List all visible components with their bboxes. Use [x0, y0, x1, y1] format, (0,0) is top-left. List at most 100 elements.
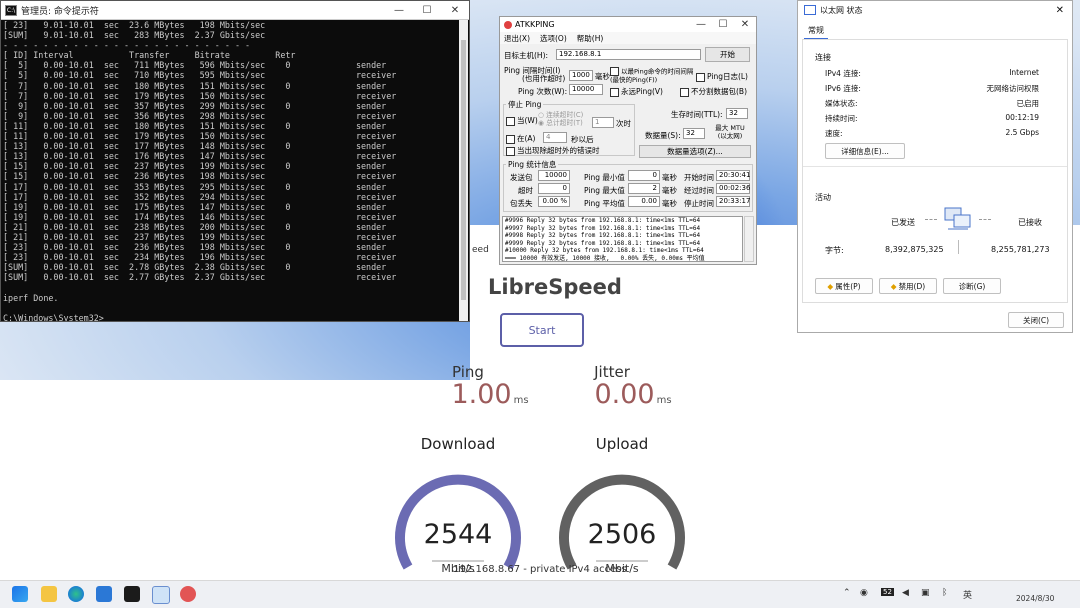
avg-unit: 毫秒 — [662, 199, 677, 208]
close-icon[interactable]: ✕ — [441, 5, 469, 16]
network-icon — [804, 5, 816, 15]
target-input[interactable]: 192.168.8.1 — [556, 49, 701, 60]
network-app-icon[interactable] — [152, 586, 170, 604]
total-timeout-radio[interactable]: ◉ 总计超时(T) — [538, 119, 583, 127]
ping-log-scrollbar[interactable] — [744, 216, 754, 262]
ping-log-option[interactable]: Ping日志(L) — [696, 71, 748, 82]
jitter-value-box: 0.00 ms — [568, 379, 698, 410]
ping-titlebar[interactable]: ATKKPING — ☐ ✕ — [500, 17, 756, 32]
cmd-titlebar[interactable]: C:\ 管理员: 命令提示符 — ☐ ✕ — [1, 1, 469, 20]
chevron-up-icon[interactable]: ⌃ — [843, 588, 851, 598]
timeout-radios[interactable]: ○ 连续超时(C) ◉ 总计超时(T) — [538, 111, 583, 127]
tab-general[interactable]: 常规 — [804, 23, 828, 40]
terminal-icon[interactable] — [124, 586, 140, 602]
row-value: 00:12:19 — [1005, 113, 1039, 122]
fast-ping-option[interactable]: 以最Ping命令的时间间隔(最快的Ping(F)) — [610, 67, 695, 84]
timeout-count-input[interactable]: 1 — [592, 117, 614, 128]
store-icon[interactable] — [96, 586, 112, 602]
ping-menubar: 退出(X) 选项(O) 帮助(H) — [500, 32, 756, 44]
when-checkbox[interactable] — [506, 116, 515, 126]
disable-button[interactable]: ◆ 禁用(D) — [879, 278, 937, 294]
stop-group-label: 停止 Ping — [506, 99, 544, 110]
close-button[interactable]: 关闭(C) — [1008, 312, 1064, 328]
ttl-input[interactable]: 32 — [726, 108, 748, 119]
menu-exit[interactable]: 退出(X) — [504, 33, 530, 44]
minimize-icon[interactable]: — — [385, 5, 413, 16]
count-label: Ping 次数(W): — [518, 87, 568, 96]
data-options-button[interactable]: 数据量选项(Z)... — [639, 145, 751, 158]
close-icon[interactable]: ✕ — [734, 19, 756, 30]
eth-titlebar[interactable]: 以太网 状态 ✕ — [798, 1, 1072, 19]
ping-title: ATKKPING — [515, 20, 555, 29]
on-error-option[interactable]: 当出现除超时外的错误时 — [506, 145, 600, 156]
row-label: 持续时间: — [825, 114, 858, 123]
received-label: 已接收 — [1018, 218, 1042, 227]
bluetooth-icon[interactable]: ᛒ — [942, 588, 947, 598]
speaker-icon[interactable]: ◀ — [902, 588, 909, 598]
shield-icon: ◆ — [890, 281, 897, 291]
fast-ping-label: 以最Ping命令的时间间隔(最快的Ping(F)) — [610, 67, 694, 84]
maximize-icon[interactable]: ☐ — [413, 5, 441, 16]
menu-options[interactable]: 选项(O) — [540, 33, 567, 44]
minimize-icon[interactable]: — — [690, 19, 712, 30]
steam-icon[interactable]: ◉ — [860, 588, 868, 598]
tray-app-icon[interactable]: ▣ — [921, 588, 930, 598]
close-icon[interactable]: ✕ — [1056, 5, 1064, 16]
badge-icon[interactable]: 52 — [881, 588, 894, 596]
elapsed-label: 经过时间 — [684, 186, 714, 195]
upload-gauge: 2506 Mbit/s — [552, 457, 692, 597]
on-error-checkbox[interactable] — [506, 146, 515, 156]
at-seconds-input[interactable]: 4 — [543, 132, 567, 143]
at-option[interactable]: 在(A) — [506, 133, 535, 144]
no-frag-option[interactable]: 不分割数据包(B) — [680, 86, 747, 97]
forever-label: 永远Ping(V) — [621, 87, 663, 96]
input-language[interactable]: 英 — [963, 588, 972, 601]
seconds-after-label: 秒以后 — [571, 135, 594, 144]
file-explorer-icon[interactable] — [41, 586, 57, 602]
stats-group-label: Ping 统计信息 — [506, 159, 559, 170]
row-value: Internet — [1009, 68, 1039, 77]
upload-value: 2506 — [587, 519, 657, 550]
no-frag-checkbox[interactable] — [680, 87, 689, 97]
row-value: 2.5 Gbps — [1005, 128, 1039, 137]
row-speed: 速度: 2.5 Gbps — [825, 128, 1039, 139]
fast-ping-checkbox[interactable] — [610, 67, 619, 76]
cmd-output[interactable]: [ 23] 9.01-10.01 sec 23.6 MBytes 198 Mbi… — [3, 20, 457, 321]
start-ping-button[interactable]: 开始 — [705, 47, 750, 62]
maximize-icon[interactable]: ☐ — [712, 19, 734, 30]
partial-tab-label: eed — [472, 245, 489, 255]
bytes-sent: 8,392,875,325 — [885, 245, 944, 254]
ping-log-output[interactable]: #9996 Reply 32 bytes from 192.168.8.1: t… — [502, 216, 743, 262]
count-input[interactable]: 10000 — [569, 84, 603, 95]
interval-input[interactable]: 1000 — [569, 70, 593, 81]
menu-help[interactable]: 帮助(H) — [577, 33, 604, 44]
ping-log-checkbox[interactable] — [696, 72, 705, 82]
at-checkbox[interactable] — [506, 134, 515, 144]
start-icon[interactable] — [12, 586, 28, 602]
scroll-thumb[interactable] — [461, 40, 466, 300]
forever-option[interactable]: 永远Ping(V) — [610, 86, 663, 97]
min-unit: 毫秒 — [662, 173, 677, 182]
when-option[interactable]: 当(W) — [506, 115, 538, 126]
ethernet-status-window[interactable]: 以太网 状态 ✕ 常规 连接 IPv4 连接: Internet IPv6 连接:… — [797, 0, 1073, 333]
edge-browser-icon[interactable] — [68, 586, 84, 602]
start-button[interactable]: Start — [500, 313, 584, 347]
properties-button[interactable]: ◆ 属性(P) — [815, 278, 873, 294]
atkkping-window[interactable]: ATKKPING — ☐ ✕ 退出(X) 选项(O) 帮助(H) 目标主机(H)… — [499, 16, 757, 265]
cmd-window[interactable]: C:\ 管理员: 命令提示符 — ☐ ✕ [ 23] 9.01-10.01 se… — [0, 0, 470, 322]
no-frag-label: 不分割数据包(B) — [691, 87, 747, 96]
diagnose-button[interactable]: 诊断(G) — [943, 278, 1001, 294]
data-size-input[interactable]: 32 — [683, 128, 705, 139]
eth-general-panel: 连接 IPv4 连接: Internet IPv6 连接: 无网络访问权限 媒体状态… — [802, 39, 1068, 303]
forever-checkbox[interactable] — [610, 87, 619, 97]
bytes-label: 字节: — [825, 246, 844, 255]
details-button[interactable]: 详细信息(E)... — [825, 143, 905, 159]
max-mtu-label[interactable]: 最大 MTU (以太网) — [711, 124, 749, 140]
cmd-scrollbar[interactable] — [459, 20, 468, 321]
properties-label: 属性(P) — [835, 281, 861, 291]
atkkping-taskbar-icon[interactable] — [180, 586, 196, 602]
clock-date[interactable]: 2024/8/30 — [1016, 594, 1054, 603]
ping-value-box: 1.00 ms — [425, 379, 555, 410]
continuous-timeout-radio[interactable]: ○ 连续超时(C) — [538, 111, 583, 119]
start-time-label: 开始时间 — [684, 173, 714, 182]
